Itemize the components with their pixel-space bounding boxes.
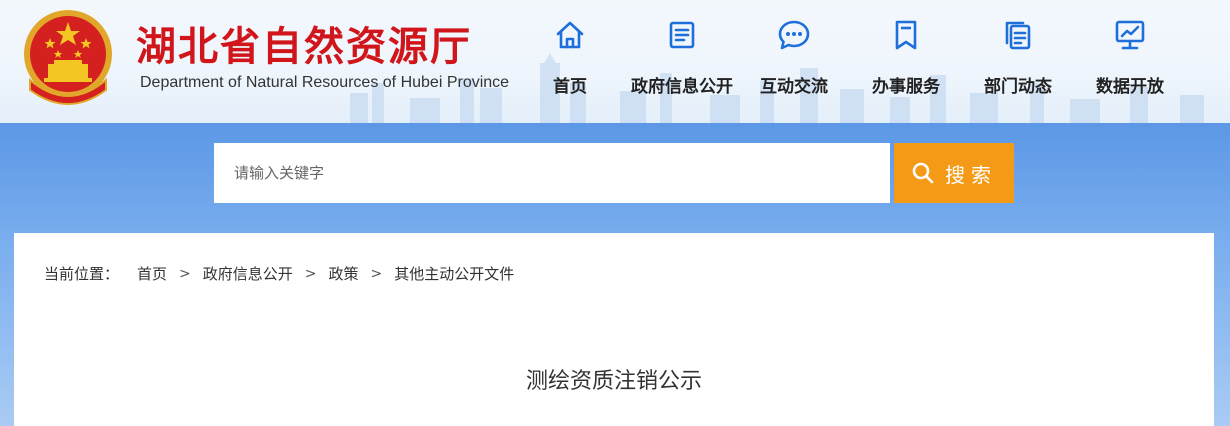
breadcrumb-item-other-docs[interactable]: 其他主动公开文件 bbox=[394, 263, 514, 284]
national-emblem-logo bbox=[24, 10, 112, 105]
nav-label: 数据开放 bbox=[1096, 77, 1164, 97]
article-title: 测绘资质注销公示 bbox=[525, 369, 702, 394]
search-button-label: 搜索 bbox=[945, 162, 997, 187]
breadcrumb-separator: > bbox=[179, 265, 191, 282]
breadcrumb-separator: > bbox=[304, 265, 317, 282]
site-title: 湖北省自然资源厅 bbox=[136, 23, 472, 70]
chat-bubble-icon bbox=[778, 20, 810, 50]
nav-label: 部门动态 bbox=[984, 77, 1052, 97]
search-input[interactable] bbox=[214, 143, 890, 203]
content-card: 当前位置： 首页 > 政府信息公开 > 政策 > 其他主动公开文件 测绘资质注销… bbox=[14, 233, 1214, 426]
breadcrumb-separator: > bbox=[370, 265, 383, 282]
site-subtitle: Department of Natural Resources of Hubei… bbox=[140, 74, 510, 91]
nav-item-interaction[interactable]: 互动交流 bbox=[738, 18, 850, 102]
nav-label: 互动交流 bbox=[760, 77, 828, 97]
nav-item-gov-info[interactable]: 政府信息公开 bbox=[626, 18, 738, 102]
bookmark-icon bbox=[895, 20, 917, 50]
nav-label: 首页 bbox=[553, 77, 587, 97]
copy-docs-icon bbox=[1005, 21, 1031, 50]
site-header: 湖北省自然资源厅 Department of Natural Resources… bbox=[0, 0, 1230, 123]
search-icon bbox=[912, 162, 934, 184]
main-nav: 首页 政府信息公开 互动交流 办事服务 部门动态 数据开放 bbox=[514, 18, 1186, 102]
monitor-chart-icon bbox=[1115, 20, 1145, 50]
breadcrumb-prefix: 当前位置： bbox=[44, 265, 120, 283]
breadcrumb-item-home[interactable]: 首页 bbox=[137, 263, 167, 284]
nav-item-services[interactable]: 办事服务 bbox=[850, 18, 962, 102]
search-button[interactable]: 搜索 bbox=[894, 143, 1014, 203]
document-list-icon bbox=[669, 21, 695, 49]
breadcrumb-item-policy[interactable]: 政策 bbox=[329, 263, 359, 284]
nav-label: 政府信息公开 bbox=[631, 77, 733, 97]
breadcrumb-item-gov-info[interactable]: 政府信息公开 bbox=[203, 263, 293, 284]
nav-item-dept-news[interactable]: 部门动态 bbox=[962, 18, 1074, 102]
home-icon bbox=[556, 21, 584, 49]
nav-item-open-data[interactable]: 数据开放 bbox=[1074, 18, 1186, 102]
nav-label: 办事服务 bbox=[872, 77, 940, 97]
breadcrumb: 当前位置： 首页 > 政府信息公开 > 政策 > 其他主动公开文件 bbox=[44, 263, 514, 284]
nav-item-home[interactable]: 首页 bbox=[514, 18, 626, 102]
